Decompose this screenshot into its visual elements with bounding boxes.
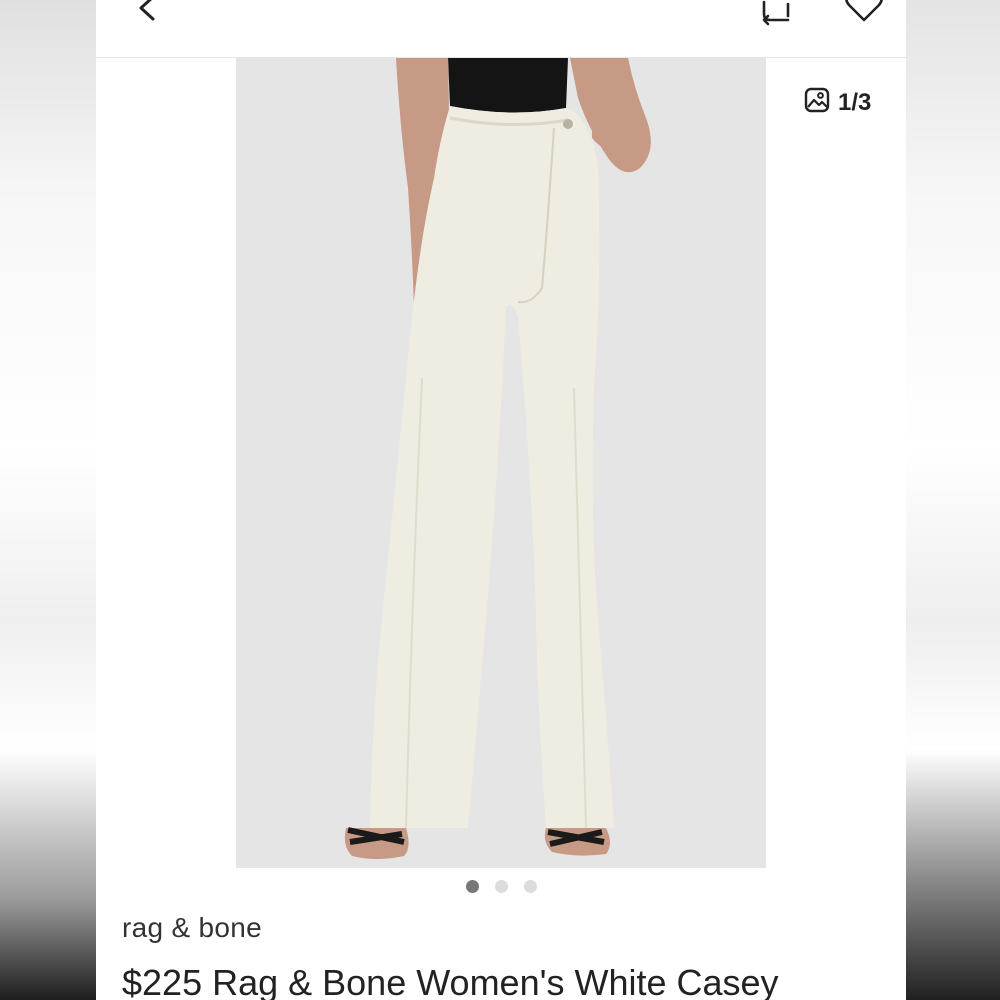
blurred-backdrop-right <box>906 0 1000 1000</box>
brand-link[interactable]: rag & bone <box>122 912 262 944</box>
photo-counter: 1/3 <box>804 86 871 120</box>
photo-counter-text: 1/3 <box>838 89 872 116</box>
heart-icon <box>842 0 886 30</box>
image-gallery[interactable]: 1/3 <box>96 58 906 878</box>
carousel-dot-1[interactable] <box>465 880 479 893</box>
back-button[interactable] <box>132 0 162 28</box>
carousel-dot-2[interactable] <box>494 880 508 893</box>
repost-icon <box>756 0 796 32</box>
carousel-dots[interactable] <box>96 880 906 900</box>
chevron-left-icon <box>136 0 158 30</box>
blurred-backdrop-left <box>0 0 96 1000</box>
carousel-dot-3[interactable] <box>523 880 537 893</box>
listing-title: $225 Rag & Bone Women's White Casey <box>122 962 779 1000</box>
repost-button[interactable] <box>756 0 796 28</box>
product-photo[interactable] <box>236 58 766 868</box>
like-button[interactable] <box>842 0 886 26</box>
image-icon <box>804 87 830 120</box>
product-photo-illustration <box>236 58 766 868</box>
top-bar <box>96 0 906 58</box>
listing-screen: 1/3 rag & bone $225 Rag & Bone Women's W… <box>96 0 906 1000</box>
